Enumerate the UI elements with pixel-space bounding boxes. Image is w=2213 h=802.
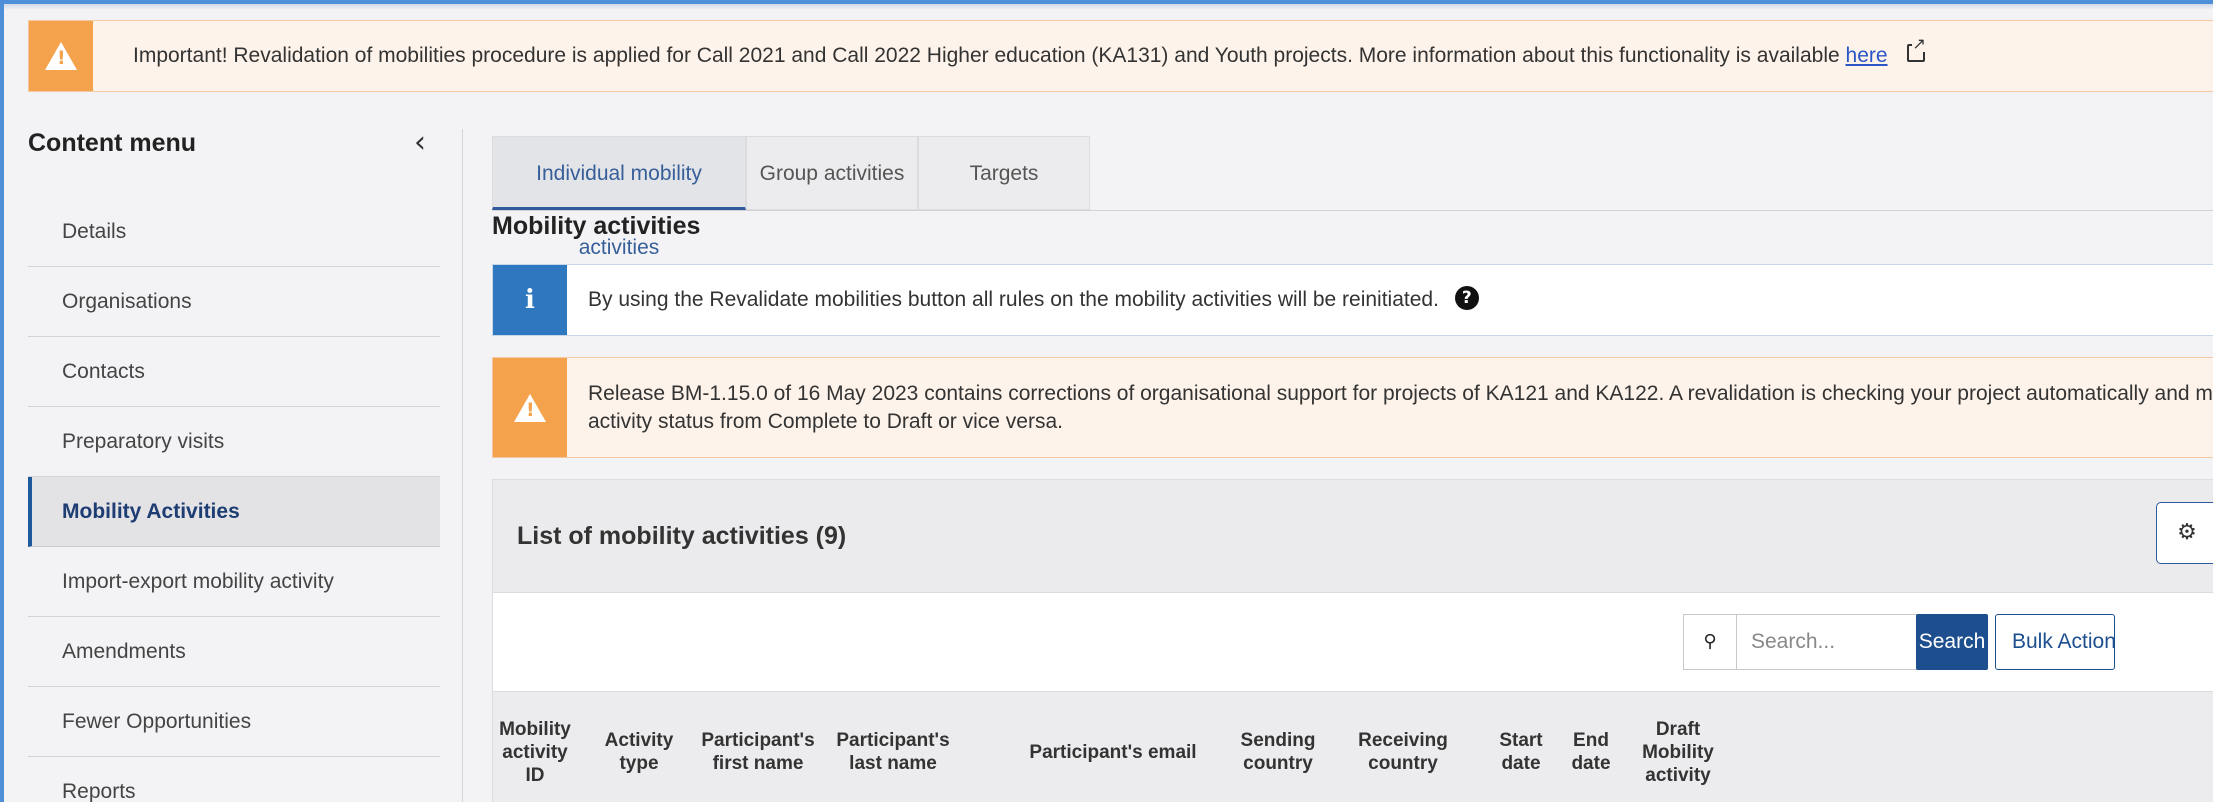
section-title: Mobility activities: [492, 212, 701, 240]
tab-individual-mobility[interactable]: Individual mobility activities: [492, 136, 746, 259]
column-header[interactable]: Receiving country: [1348, 692, 1458, 802]
info-message-text: By using the Revalidate mobilities butto…: [588, 288, 1439, 311]
column-header[interactable]: Participant's last name: [836, 692, 949, 802]
release-message-text: Release BM-1.15.0 of 16 May 2023 contain…: [588, 382, 2213, 433]
collapse-menu-icon[interactable]: ‹: [414, 125, 426, 160]
sidebar-item-preparatory-visits[interactable]: Preparatory visits: [28, 407, 440, 477]
search-button[interactable]: Search: [1916, 614, 1988, 670]
banner-text: Important! Revalidation of mobilities pr…: [133, 21, 1926, 91]
column-header[interactable]: End date: [1563, 692, 1619, 802]
sidebar-item-details[interactable]: Details: [28, 197, 440, 267]
mobility-list-panel: List of mobility activities (9) ⚙ ⚲ Sear…: [492, 479, 2213, 802]
sidebar-item-amendments[interactable]: Amendments: [28, 617, 440, 687]
release-warning: Release BM-1.15.0 of 16 May 2023 contain…: [492, 357, 2213, 458]
search-input[interactable]: [1736, 614, 1931, 670]
sidebar-item-reports[interactable]: Reports: [28, 757, 440, 802]
warning-icon: [29, 21, 93, 91]
search-icon: ⚲: [1683, 614, 1737, 670]
column-header[interactable]: Sending country: [1228, 692, 1328, 802]
column-header[interactable]: Mobility activity ID: [499, 692, 571, 802]
column-header[interactable]: Participant's email: [963, 692, 1263, 802]
column-header[interactable]: Activity type: [599, 692, 679, 802]
list-title: List of mobility activities (9): [517, 522, 847, 550]
external-link-icon: [1907, 36, 1926, 63]
sidebar-item-contacts[interactable]: Contacts: [28, 337, 440, 407]
info-icon: i: [493, 265, 567, 335]
sidebar-divider: [462, 129, 463, 802]
column-settings-button[interactable]: ⚙: [2156, 502, 2213, 564]
sidebar-item-import-export[interactable]: Import-export mobility activity: [28, 547, 440, 617]
column-header[interactable]: Participant's first name: [701, 692, 814, 802]
sidebar-item-fewer-opportunities[interactable]: Fewer Opportunities: [28, 687, 440, 757]
list-header: List of mobility activities (9) ⚙: [493, 480, 2213, 593]
question-circle-icon[interactable]: ?: [1454, 286, 1479, 311]
tab-targets[interactable]: Targets: [918, 136, 1090, 210]
sidebar-item-mobility-activities[interactable]: Mobility Activities: [28, 477, 440, 547]
warning-icon: [493, 358, 567, 457]
revalidation-banner: Important! Revalidation of mobilities pr…: [28, 20, 2213, 92]
sidebar-item-organisations[interactable]: Organisations: [28, 267, 440, 337]
column-header[interactable]: Start date: [1493, 692, 1549, 802]
tab-underline: [492, 210, 2213, 211]
tab-group-activities[interactable]: Group activities: [746, 136, 918, 210]
info-message: i By using the Revalidate mobilities but…: [492, 264, 2213, 336]
content-menu-title: Content menu: [28, 129, 197, 157]
content-menu-list: Details Organisations Contacts Preparato…: [28, 197, 440, 802]
column-header[interactable]: Draft Mobility activity: [1633, 692, 1723, 802]
banner-here-link[interactable]: here: [1846, 44, 1888, 67]
app-frame: Important! Revalidation of mobilities pr…: [4, 4, 2213, 802]
bulk-actions-button[interactable]: Bulk Actions: [1995, 614, 2115, 670]
gears-icon: ⚙: [2177, 520, 2197, 545]
table-header: Mobility activity ID Activity type Parti…: [493, 691, 2213, 802]
